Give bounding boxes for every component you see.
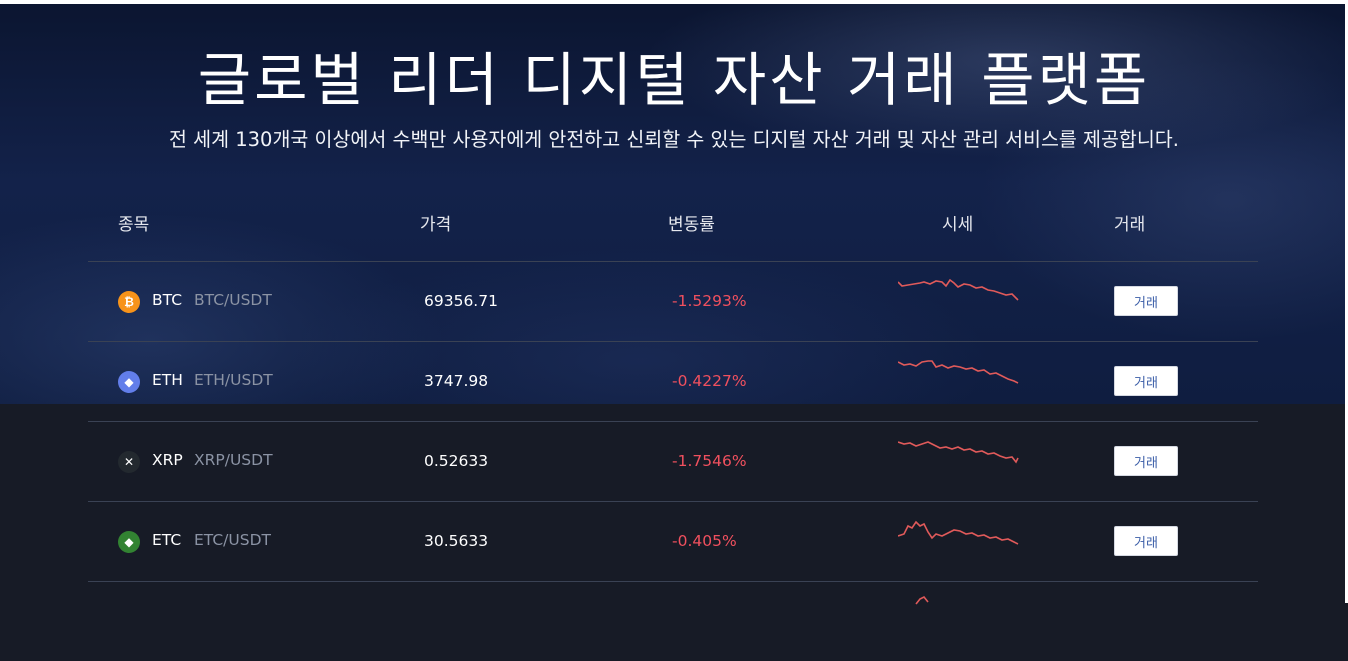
- table-row[interactable]: ◆ ETH ETH/USDT 3747.98 -0.4227% 거래: [88, 342, 1258, 422]
- table-row[interactable]: [88, 582, 1258, 661]
- bitcoin-icon: ₿: [118, 291, 140, 313]
- trade-button[interactable]: 거래: [1114, 446, 1178, 476]
- row-symbol: ETH: [152, 371, 183, 389]
- sparkline-chart: [898, 278, 1019, 301]
- row-change: -1.5293%: [672, 292, 747, 310]
- header-price: 가격: [420, 215, 452, 235]
- row-pair: ETC/USDT: [194, 531, 271, 549]
- hero-title: 글로벌 리더 디지털 자산 거래 플랫폼: [197, 46, 1151, 114]
- hero-subtitle: 전 세계 130개국 이상에서 수백만 사용자에게 안전하고 신뢰할 수 있는 …: [169, 128, 1179, 151]
- trade-button[interactable]: 거래: [1114, 526, 1178, 556]
- top-border: [0, 0, 1348, 4]
- trade-button[interactable]: 거래: [1114, 286, 1178, 316]
- table-row[interactable]: ₿ BTC BTC/USDT 69356.71 -1.5293% 거래: [88, 262, 1258, 342]
- row-symbol: BTC: [152, 291, 183, 309]
- table-header: 종목 가격 변동률 시세 거래: [88, 180, 1258, 262]
- row-price: 0.52633: [424, 452, 489, 470]
- row-change: -1.7546%: [672, 452, 747, 470]
- row-pair: XRP/USDT: [194, 451, 273, 469]
- sparkline-chart: [915, 595, 929, 605]
- ethereum-icon: ◆: [118, 371, 140, 393]
- row-change: -0.405%: [672, 532, 737, 550]
- table-row[interactable]: ✕ XRP XRP/USDT 0.52633 -1.7546% 거래: [88, 422, 1258, 502]
- sparkline-chart: [898, 441, 1019, 464]
- row-price: 30.5633: [424, 532, 489, 550]
- header-chart: 시세: [942, 215, 974, 235]
- trade-button[interactable]: 거래: [1114, 366, 1178, 396]
- row-pair: ETH/USDT: [194, 371, 273, 389]
- table-row[interactable]: ◆ ETC ETC/USDT 30.5633 -0.405% 거래: [88, 502, 1258, 582]
- row-price: 3747.98: [424, 372, 489, 390]
- row-symbol: ETC: [152, 531, 182, 549]
- header-change: 변동률: [668, 215, 715, 235]
- header-symbol: 종목: [118, 215, 150, 235]
- row-price: 69356.71: [424, 292, 498, 310]
- row-pair: BTC/USDT: [194, 291, 272, 309]
- xrp-icon: ✕: [118, 451, 140, 473]
- sparkline-chart: [898, 360, 1019, 384]
- header-trade: 거래: [1114, 215, 1146, 235]
- row-change: -0.4227%: [672, 372, 747, 390]
- sparkline-chart: [898, 520, 1019, 545]
- market-table: 종목 가격 변동률 시세 거래 ₿ BTC BTC/USDT 69356.71 …: [88, 180, 1258, 661]
- row-symbol: XRP: [152, 451, 183, 469]
- ethereum-classic-icon: ◆: [118, 531, 140, 553]
